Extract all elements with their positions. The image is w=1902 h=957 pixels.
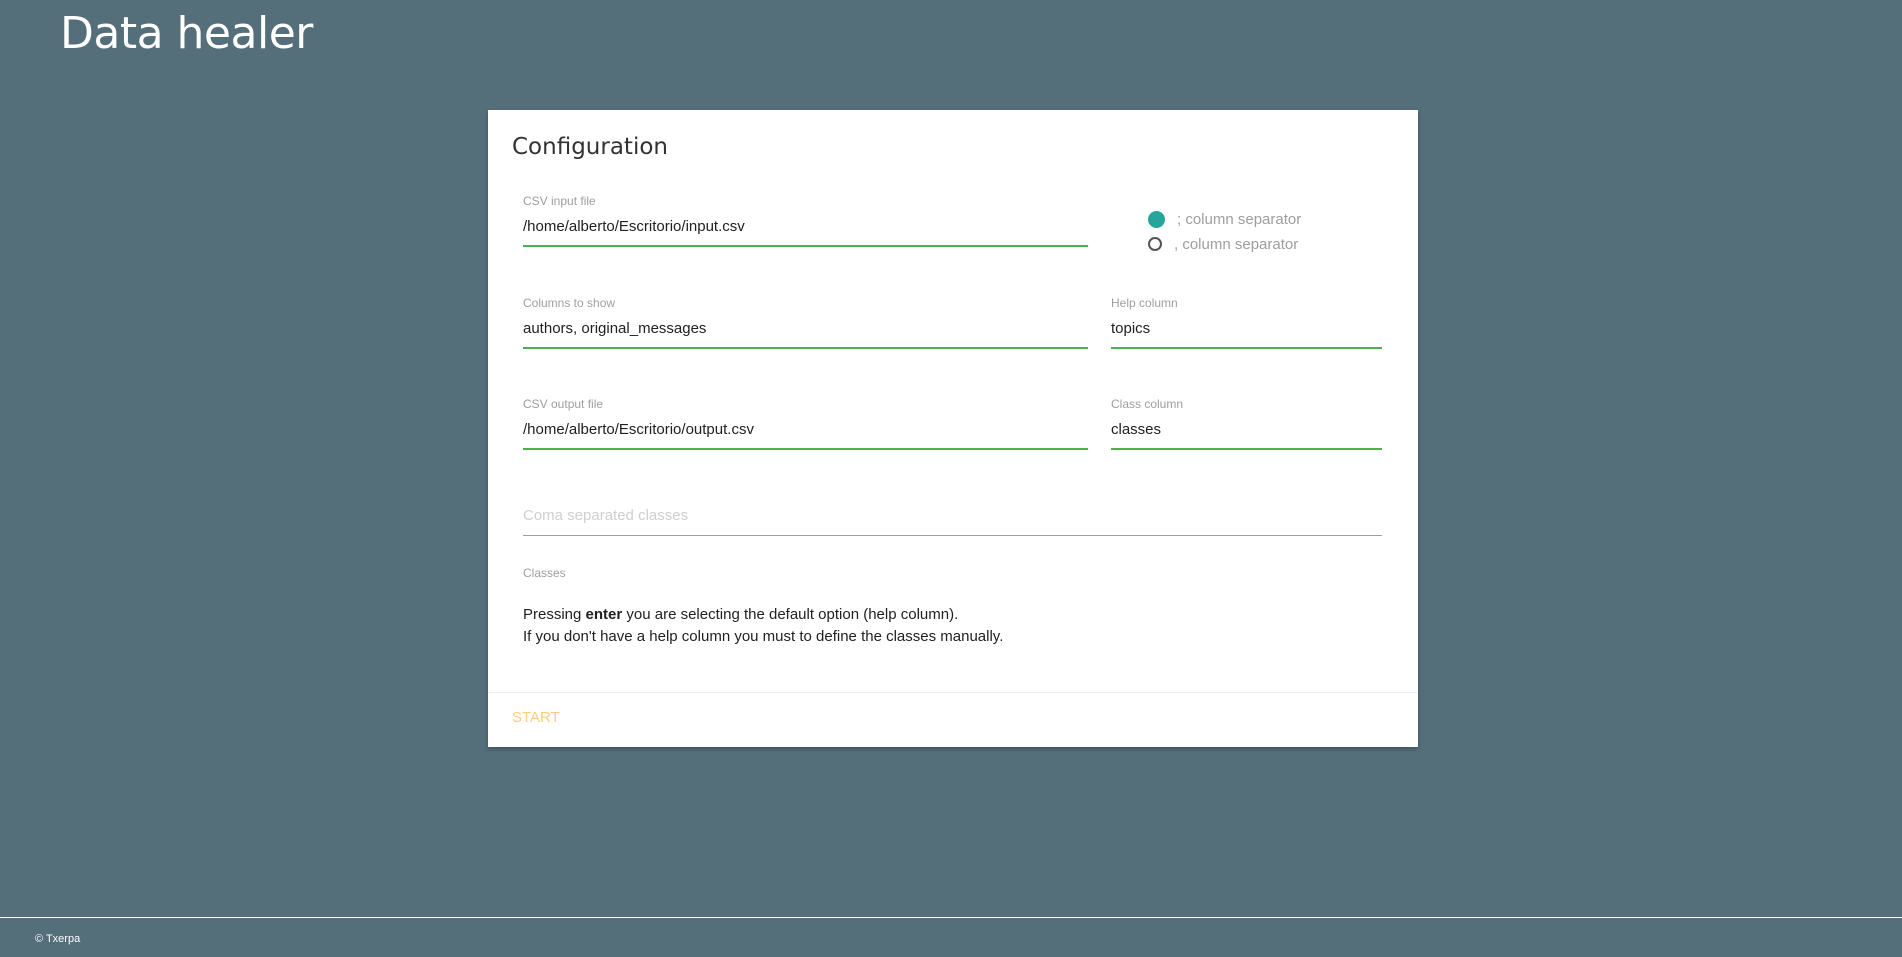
- classes-input-field[interactable]: Coma separated classes: [523, 483, 1382, 539]
- csv-output-field[interactable]: CSV output file /home/alberto/Escritorio…: [523, 397, 1088, 453]
- class-column-value[interactable]: classes: [1111, 421, 1161, 438]
- configuration-card: Configuration CSV input file /home/alber…: [488, 110, 1418, 747]
- comma-separator-label: , column separator: [1174, 235, 1299, 253]
- semicolon-separator-radio[interactable]: ; column separator: [1148, 208, 1301, 230]
- help-text-line-2: If you don't have a help column you must…: [523, 628, 1004, 645]
- help-column-value[interactable]: topics: [1111, 320, 1150, 337]
- columns-to-show-underline: [523, 347, 1088, 349]
- help-text-part: you are selecting the default option (he…: [622, 606, 959, 623]
- footer-copyright: © Txerpa: [35, 933, 81, 945]
- classes-input-underline: [523, 535, 1382, 536]
- columns-to-show-value[interactable]: authors, original_messages: [523, 320, 706, 337]
- start-button[interactable]: START: [512, 709, 560, 726]
- radio-checked-icon[interactable]: [1148, 210, 1165, 228]
- class-column-label: Class column: [1111, 397, 1184, 411]
- help-column-label: Help column: [1111, 296, 1178, 310]
- csv-output-label: CSV output file: [523, 397, 604, 411]
- csv-input-value[interactable]: /home/alberto/Escritorio/input.csv: [523, 218, 745, 235]
- class-column-underline: [1111, 448, 1382, 450]
- comma-separator-radio[interactable]: , column separator: [1148, 233, 1298, 255]
- help-text-keyword: enter: [585, 606, 623, 623]
- app-title: Data healer: [60, 8, 313, 59]
- csv-input-underline: [523, 245, 1088, 247]
- csv-output-underline: [523, 448, 1088, 450]
- help-text-part: Pressing: [523, 606, 586, 623]
- help-column-field[interactable]: Help column topics: [1111, 296, 1382, 352]
- help-column-underline: [1111, 347, 1382, 349]
- card-actions-divider: [488, 692, 1418, 693]
- csv-output-value[interactable]: /home/alberto/Escritorio/output.csv: [523, 421, 754, 438]
- columns-to-show-label: Columns to show: [523, 296, 616, 310]
- columns-to-show-field[interactable]: Columns to show authors, original_messag…: [523, 296, 1088, 352]
- card-title: Configuration: [512, 134, 668, 160]
- semicolon-separator-label: ; column separator: [1177, 210, 1302, 228]
- csv-input-field[interactable]: CSV input file /home/alberto/Escritorio/…: [523, 194, 1088, 250]
- classes-input-placeholder[interactable]: Coma separated classes: [523, 507, 688, 524]
- classes-label: Classes: [523, 566, 566, 580]
- csv-input-label: CSV input file: [523, 194, 596, 208]
- footer-divider: [0, 917, 1902, 918]
- radio-unchecked-icon[interactable]: [1148, 237, 1162, 251]
- help-text-line-1: Pressing enter you are selecting the def…: [523, 604, 1003, 626]
- class-column-field[interactable]: Class column classes: [1111, 397, 1382, 453]
- help-text: Pressing enter you are selecting the def…: [523, 604, 1003, 648]
